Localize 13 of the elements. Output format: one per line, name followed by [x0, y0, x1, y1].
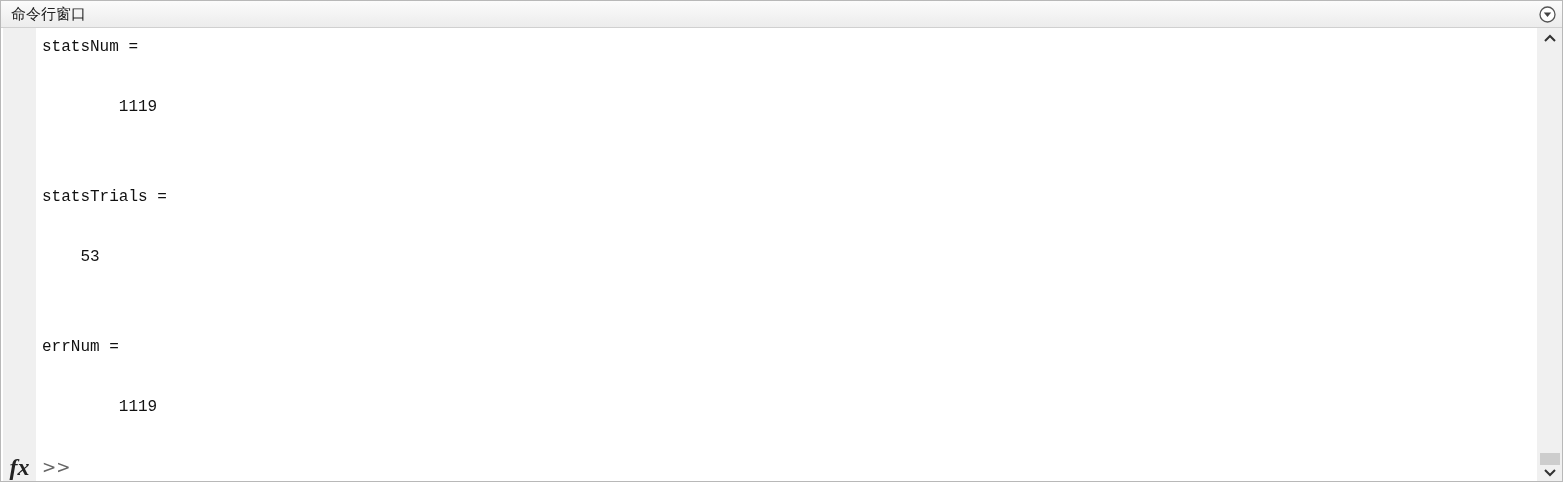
variable-value: 53: [79, 247, 100, 268]
window-title: 命令行窗口: [11, 4, 86, 24]
scrollbar-thumb[interactable]: [1539, 453, 1560, 465]
function-browser-button[interactable]: fx: [9, 455, 30, 479]
command-prompt[interactable]: >>: [42, 452, 71, 482]
variable-name: errNum =: [42, 337, 119, 358]
scroll-up-icon[interactable]: [1543, 34, 1556, 42]
variable-name: statsTrials =: [42, 187, 167, 208]
dropdown-icon[interactable]: [1539, 5, 1556, 23]
scroll-down-icon[interactable]: [1543, 469, 1556, 477]
variable-value: 1119: [117, 97, 158, 118]
variable-value: 1119: [117, 397, 158, 418]
variable-name: statsNum =: [42, 37, 138, 58]
